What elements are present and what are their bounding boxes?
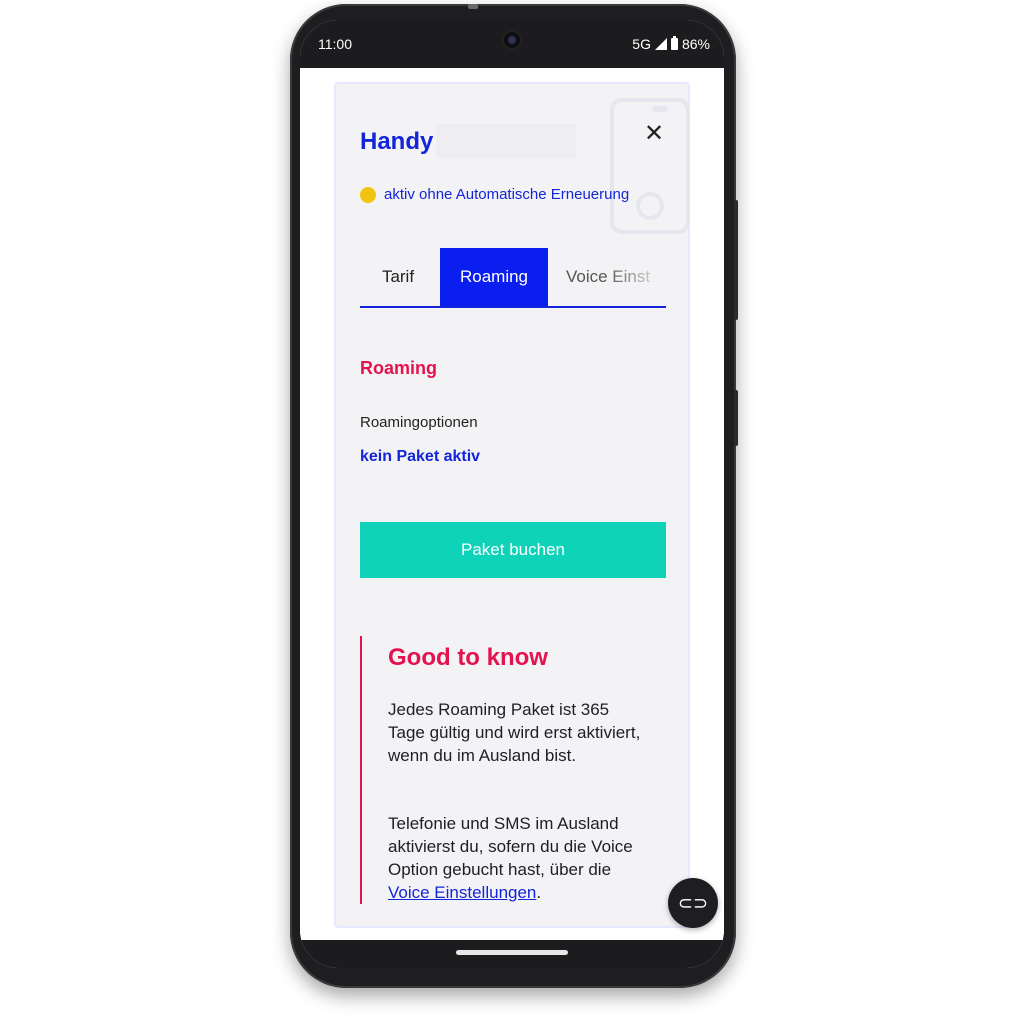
- battery-icon: [670, 36, 678, 50]
- status-time: 11:00: [318, 36, 352, 52]
- network-label: 5G: [632, 36, 651, 52]
- app-content: Handy ✕ aktiv ohne Automatische Erneueru…: [300, 68, 724, 940]
- detail-panel: Handy ✕ aktiv ohne Automatische Erneueru…: [334, 82, 690, 928]
- status-text: aktiv ohne Automatische Erneuerung: [384, 186, 630, 203]
- status-dot-icon: [360, 186, 376, 203]
- roaming-options-label: Roamingoptionen: [360, 414, 478, 431]
- info-title: Good to know: [388, 644, 548, 671]
- volume-button: [734, 200, 738, 320]
- home-gesture-handle[interactable]: [456, 950, 568, 955]
- navigation-bar: [300, 940, 724, 968]
- status-indicators: 5G 86%: [632, 36, 710, 52]
- status-bar: 11:00 5G 86%: [300, 20, 724, 68]
- camera-icon: [502, 30, 522, 50]
- close-icon[interactable]: ✕: [642, 122, 666, 146]
- tab-scroll-fade: [606, 248, 666, 306]
- phone-speaker: [468, 4, 478, 9]
- power-button: [734, 390, 738, 446]
- tab-bar: Tarif Roaming Voice Einst: [360, 248, 666, 308]
- roaming-options-value: kein Paket aktiv: [360, 448, 481, 465]
- info-paragraph-validity: Jedes Roaming Paket ist 365 Tage gültig …: [388, 700, 641, 765]
- tab-tarif[interactable]: Tarif: [360, 248, 436, 306]
- info-paragraph-voice-end: .: [536, 883, 542, 902]
- section-title: Roaming: [360, 358, 438, 378]
- voice-settings-link[interactable]: Voice Einstellungen: [388, 883, 536, 902]
- tab-roaming[interactable]: Roaming: [440, 248, 548, 306]
- info-paragraph-voice: Telefonie und SMS im Ausland aktivierst …: [388, 812, 648, 904]
- info-paragraph-voice-text: Telefonie und SMS im Ausland aktivierst …: [388, 814, 633, 879]
- phone-screen: 11:00 5G 86% Handy ✕ aktiv ohne Automati…: [300, 20, 724, 968]
- signal-icon: [654, 38, 667, 50]
- good-to-know-box: Good to know Jedes Roaming Paket ist 365…: [360, 636, 668, 904]
- page-title: Handy: [360, 128, 434, 155]
- phone-illustration-icon: [610, 98, 690, 234]
- subscription-status: aktiv ohne Automatische Erneuerung: [360, 186, 629, 203]
- title-highlight: [436, 124, 576, 158]
- battery-level: 86%: [681, 36, 710, 52]
- chat-icon[interactable]: ⊂⊃: [668, 878, 718, 928]
- book-package-button[interactable]: Paket buchen: [360, 522, 666, 578]
